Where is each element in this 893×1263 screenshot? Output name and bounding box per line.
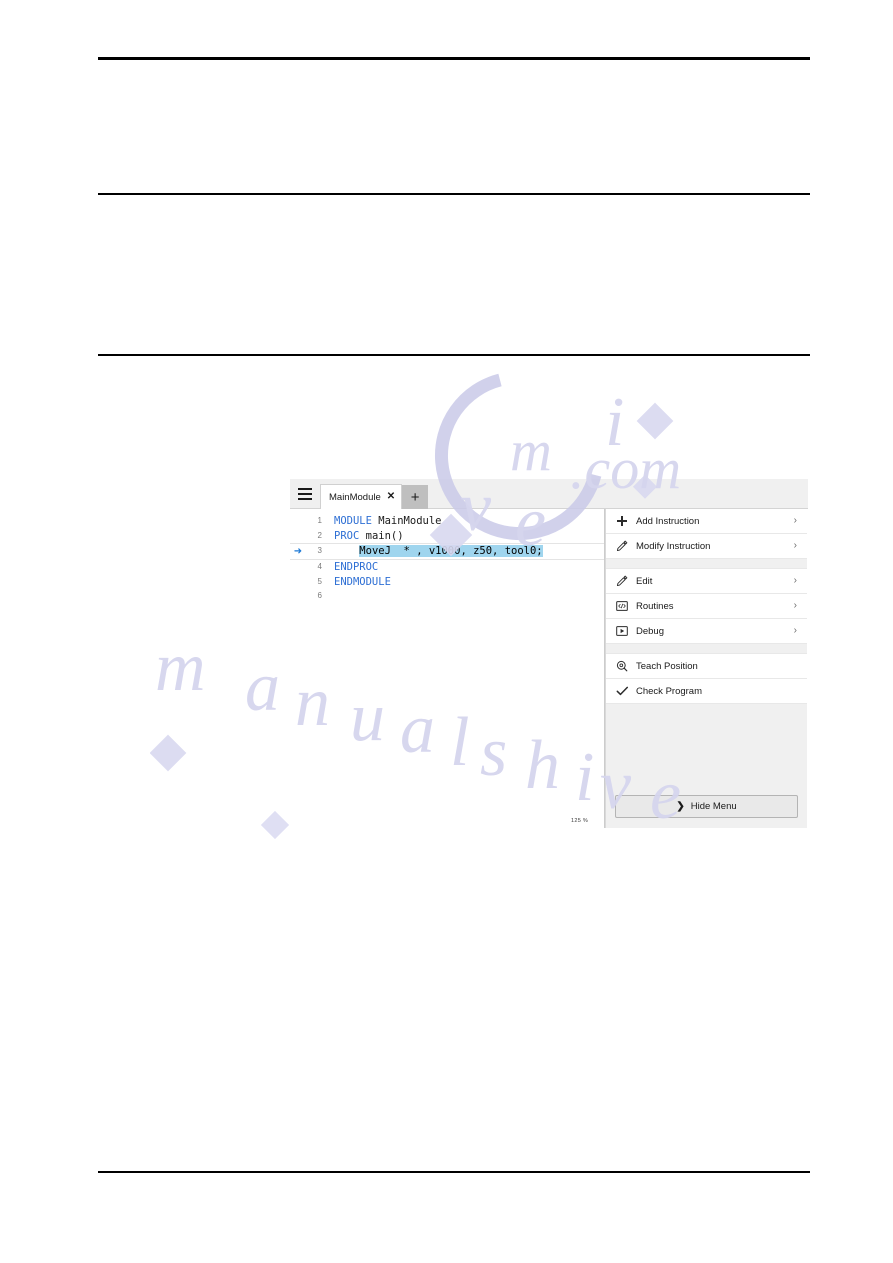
menu-item-teach-position[interactable]: Teach Position: [606, 654, 807, 679]
code-row[interactable]: 1 MODULE MainModule: [290, 514, 604, 529]
rapid-editor-window: MainModule ✕ + 1 MODULE MainModule 2 PRO…: [290, 479, 808, 828]
code-text: MODULE MainModule: [324, 514, 441, 529]
code-row-selected[interactable]: ➜ 3 MoveJ * , v1000, z50, tool0;: [290, 543, 604, 560]
menu-footer: ❯ Hide Menu: [606, 795, 807, 828]
editor-and-menu: 1 MODULE MainModule 2 PROC main() ➜ 3 Mo…: [290, 508, 808, 828]
menu-item-add-instruction[interactable]: Add Instruction ›: [606, 509, 807, 534]
execution-pointer-icon: ➜: [293, 545, 303, 557]
zoom-level-indicator: 125 %: [571, 818, 589, 824]
page-rule-top: [98, 57, 810, 60]
menu-separator: [606, 559, 807, 569]
line-number: 1: [317, 516, 322, 525]
code-text: ENDPROC: [324, 560, 378, 575]
svg-text:m: m: [155, 629, 206, 706]
code-token-indent: [334, 545, 359, 557]
menu-separator: [606, 644, 807, 654]
svg-text:m: m: [510, 418, 552, 483]
checkmark-icon: [616, 685, 634, 697]
code-lines: 1 MODULE MainModule 2 PROC main() ➜ 3 Mo…: [290, 509, 604, 604]
tab-label: MainModule: [329, 491, 381, 503]
tab-mainmodule[interactable]: MainModule ✕: [320, 484, 403, 509]
code-text: ENDMODULE: [324, 575, 391, 590]
target-position-icon: [616, 660, 634, 672]
hide-menu-label: Hide Menu: [690, 801, 737, 812]
menu-item-label: Add Instruction: [636, 515, 700, 527]
svg-text:a: a: [245, 649, 280, 726]
page-rule-bottom: [98, 1171, 810, 1173]
code-token-keyword: MODULE: [334, 515, 372, 527]
chevron-right-icon: ›: [793, 625, 797, 636]
chevron-right-icon: ›: [793, 600, 797, 611]
pencil-icon: [616, 540, 634, 552]
menu-item-label: Routines: [636, 600, 674, 612]
line-number: 5: [317, 576, 322, 586]
menu-item-debug[interactable]: Debug ›: [606, 619, 807, 644]
code-row[interactable]: 2 PROC main(): [290, 529, 604, 544]
page-rule-second: [98, 193, 810, 195]
code-token-keyword: ENDPROC: [334, 561, 379, 573]
play-box-icon: [616, 625, 634, 637]
code-editor[interactable]: 1 MODULE MainModule 2 PROC main() ➜ 3 Mo…: [290, 509, 605, 828]
code-token-plain: MainModule: [371, 515, 442, 527]
line-number: 3: [317, 546, 322, 556]
menu-item-check-program[interactable]: Check Program: [606, 679, 807, 704]
line-number: 6: [317, 591, 322, 600]
page-rule-third: [98, 354, 810, 356]
code-text: MoveJ * , v1000, z50, tool0;: [324, 544, 543, 559]
code-token-plain: main(): [359, 529, 404, 542]
code-text: PROC main(): [324, 529, 404, 544]
menu-item-edit[interactable]: Edit ›: [606, 569, 807, 594]
menu-group-program: Teach Position Check Program: [606, 654, 807, 704]
code-token-selected[interactable]: MoveJ * , v1000, z50, tool0;: [359, 545, 543, 558]
pencil-icon: [616, 575, 634, 587]
tab-bar: MainModule ✕ +: [290, 479, 808, 509]
chevron-right-icon: ›: [793, 540, 797, 551]
menu-group-instructions: Add Instruction › Modify Instruction ›: [606, 509, 807, 559]
code-row[interactable]: 5 ENDMODULE: [290, 575, 604, 590]
tab-bar-filler: [428, 479, 808, 508]
menu-empty-area: [606, 704, 807, 795]
close-icon[interactable]: ✕: [387, 492, 395, 502]
add-tab-button[interactable]: +: [402, 485, 429, 509]
menu-item-label: Edit: [636, 575, 653, 587]
menu-item-label: Check Program: [636, 685, 702, 697]
plus-icon: [616, 515, 634, 527]
hide-menu-button[interactable]: ❯ Hide Menu: [615, 795, 798, 818]
chevron-right-icon: ›: [793, 575, 797, 586]
line-number: 4: [317, 562, 322, 571]
menu-item-label: Modify Instruction: [636, 540, 711, 552]
code-token-keyword: ENDMODULE: [334, 575, 391, 588]
code-token-keyword: PROC: [334, 529, 360, 542]
hamburger-menu-icon[interactable]: [290, 479, 320, 508]
chevron-right-icon: ❯: [676, 801, 685, 812]
code-row[interactable]: 6: [290, 589, 604, 604]
context-menu: Add Instruction › Modify Instruction › E…: [605, 509, 807, 828]
svg-text:i: i: [605, 384, 624, 461]
menu-item-modify-instruction[interactable]: Modify Instruction ›: [606, 534, 807, 559]
code-box-icon: [616, 600, 634, 612]
menu-item-label: Teach Position: [636, 660, 698, 672]
code-row[interactable]: 4 ENDPROC: [290, 560, 604, 575]
menu-item-routines[interactable]: Routines ›: [606, 594, 807, 619]
menu-item-label: Debug: [636, 625, 664, 637]
line-number: 2: [317, 530, 322, 540]
chevron-right-icon: ›: [793, 515, 797, 526]
menu-group-edit: Edit › Routines › Debug ›: [606, 569, 807, 644]
